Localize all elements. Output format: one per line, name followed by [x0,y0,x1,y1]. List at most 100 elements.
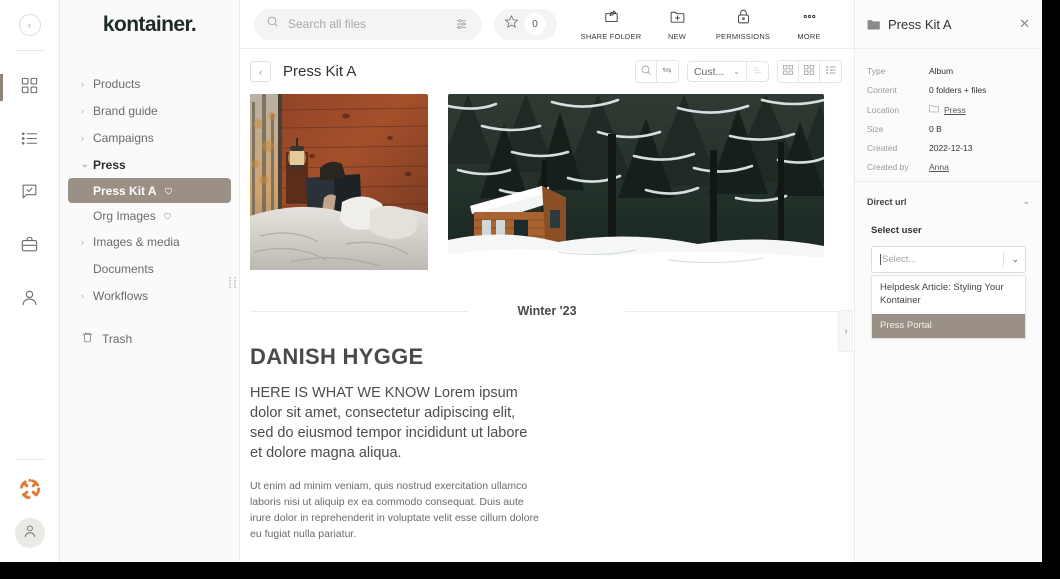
favorites-count: 0 [524,13,546,35]
rail-item-contacts[interactable] [0,273,59,326]
rail-divider [14,50,45,51]
bottom-black-bar [0,562,1060,579]
metadata-row-type: Type Album [867,66,1030,76]
sidebar-item-workflows[interactable]: › Workflows [60,282,239,309]
metadata-row-content: Content 0 folders + files [867,85,1030,95]
sidebar-item-org-images[interactable]: Org Images [68,203,231,228]
list-view-icon [825,63,837,81]
select-user-input[interactable]: Select... ⌄ [871,246,1026,273]
search-icon [640,63,652,81]
sort-asc-icon [752,63,763,81]
sort-direction-button[interactable] [747,62,768,81]
grid-small-icon [803,63,815,81]
chevron-right-icon: › [81,105,84,116]
info-panel: Press Kit A ✕ Type Album Content 0 folde… [854,0,1042,562]
star-icon [504,14,519,34]
metadata-row-size: Size 0 B [867,124,1030,134]
dropdown-option[interactable]: Helpdesk Article: Styling Your Kontainer [872,276,1025,314]
user-avatar-icon [22,523,38,544]
toolbar-actions: SHARE FOLDER NEW PERMISSIONS MORE [580,8,840,41]
document-heading: DANISH HYGGE [250,344,424,369]
metadata-row-location: Location Press [867,104,1030,115]
list-icon [20,129,39,153]
sidebar-item-label: Images & media [93,234,180,249]
sliders-icon[interactable] [455,17,470,32]
user-avatar-button[interactable] [14,518,45,548]
cabin-bedroom-reading-image[interactable] [250,94,428,270]
sidebar-item-label: Workflows [93,288,149,303]
grid-large-view-button[interactable] [778,61,799,82]
document-preview: DANISH HYGGE HERE IS WHAT WE KNOW Lorem … [240,344,854,543]
folder-outline-icon [929,104,939,115]
content-search-button[interactable] [635,61,657,82]
search-box[interactable] [254,8,482,40]
season-label: Winter '23 [517,304,577,318]
lock-icon [735,8,752,27]
rail-collapse-button[interactable]: ‹ [18,14,41,36]
close-icon[interactable]: ✕ [1019,16,1030,32]
action-label: PERMISSIONS [715,31,771,41]
rail-item-lists[interactable] [0,114,59,167]
sidebar-item-images-media[interactable]: › Images & media [60,228,239,255]
sidebar-item-label: Press Kit A [93,183,157,198]
view-controls: Cust... ⌄ [634,60,842,83]
grid-large-icon [782,63,794,81]
lifering-icon[interactable] [19,478,41,500]
favorites-pill[interactable]: 0 [494,8,557,40]
document-lead: HERE IS WHAT WE KNOW Lorem ipsum dolor s… [250,385,528,461]
sidebar-resize-handle[interactable] [229,277,237,288]
snowy-forest-cabin-image[interactable] [448,94,824,270]
heart-icon[interactable] [163,185,174,196]
briefcase-icon [20,235,39,259]
sidebar-item-products[interactable]: › Products [60,70,239,97]
sidebar-item-press-kit-a[interactable]: Press Kit A [68,178,231,203]
chevron-down-icon: ⌄ [81,159,89,169]
search-input[interactable] [288,17,455,31]
back-button[interactable]: ‹ [250,61,271,82]
more-button[interactable]: MORE [778,8,840,41]
sort-value: Cust... [693,65,725,78]
dropdown-option[interactable]: Press Portal [872,313,1025,339]
list-view-button[interactable] [820,61,841,82]
heart-icon[interactable] [162,210,173,221]
sidebar-item-documents[interactable]: Documents [60,255,239,282]
sidebar-item-trash[interactable]: Trash [60,325,239,352]
sidebar-item-label: Press [93,157,126,172]
chevron-right-icon: › [81,290,84,301]
search-icon [266,15,279,33]
rail-item-briefcase[interactable] [0,220,59,273]
rail-item-dashboard[interactable] [0,61,59,114]
rail-item-list [0,61,59,326]
sidebar-item-campaigns[interactable]: › Campaigns [60,124,239,151]
new-button[interactable]: NEW [646,8,708,41]
direct-url-section[interactable]: Direct url ⌄ [855,182,1042,207]
grid-small-view-button[interactable] [799,61,820,82]
swap-icon [661,63,673,81]
sidebar-item-brand-guide[interactable]: › Brand guide [60,97,239,124]
person-icon [20,288,39,312]
permissions-button[interactable]: PERMISSIONS [712,8,774,41]
metadata-key: Location [867,104,900,115]
info-panel-title: Press Kit A [888,16,952,32]
rail-bottom-group [0,459,59,562]
main-content: 0 SHARE FOLDER NEW [240,0,854,562]
created-by-link[interactable]: Anna [929,162,949,172]
chevron-right-icon: › [81,78,84,89]
metadata-value: 2022-12-13 [929,143,973,153]
folder-icon [867,18,881,30]
panel-collapse-tab[interactable]: › [838,310,853,352]
share-folder-button[interactable]: SHARE FOLDER [580,8,642,41]
document-body: Ut enim ad minim veniam, quis nostrud ex… [250,480,539,541]
trash-icon [81,331,102,347]
rail-divider-bottom [14,459,45,460]
chevron-down-icon[interactable]: ⌄ [1011,254,1019,265]
reorder-button[interactable] [656,61,678,82]
chevron-right-icon: › [81,132,84,143]
metadata-list: Type Album Content 0 folders + files Loc… [855,49,1042,172]
sort-controls: Cust... ⌄ [686,61,769,82]
metadata-value: 0 B [929,124,942,134]
rail-item-approvals[interactable] [0,167,59,220]
sidebar-item-press[interactable]: ⌄ Press [60,151,239,178]
location-link[interactable]: Press [944,105,966,115]
sort-select[interactable]: Cust... ⌄ [688,62,747,81]
